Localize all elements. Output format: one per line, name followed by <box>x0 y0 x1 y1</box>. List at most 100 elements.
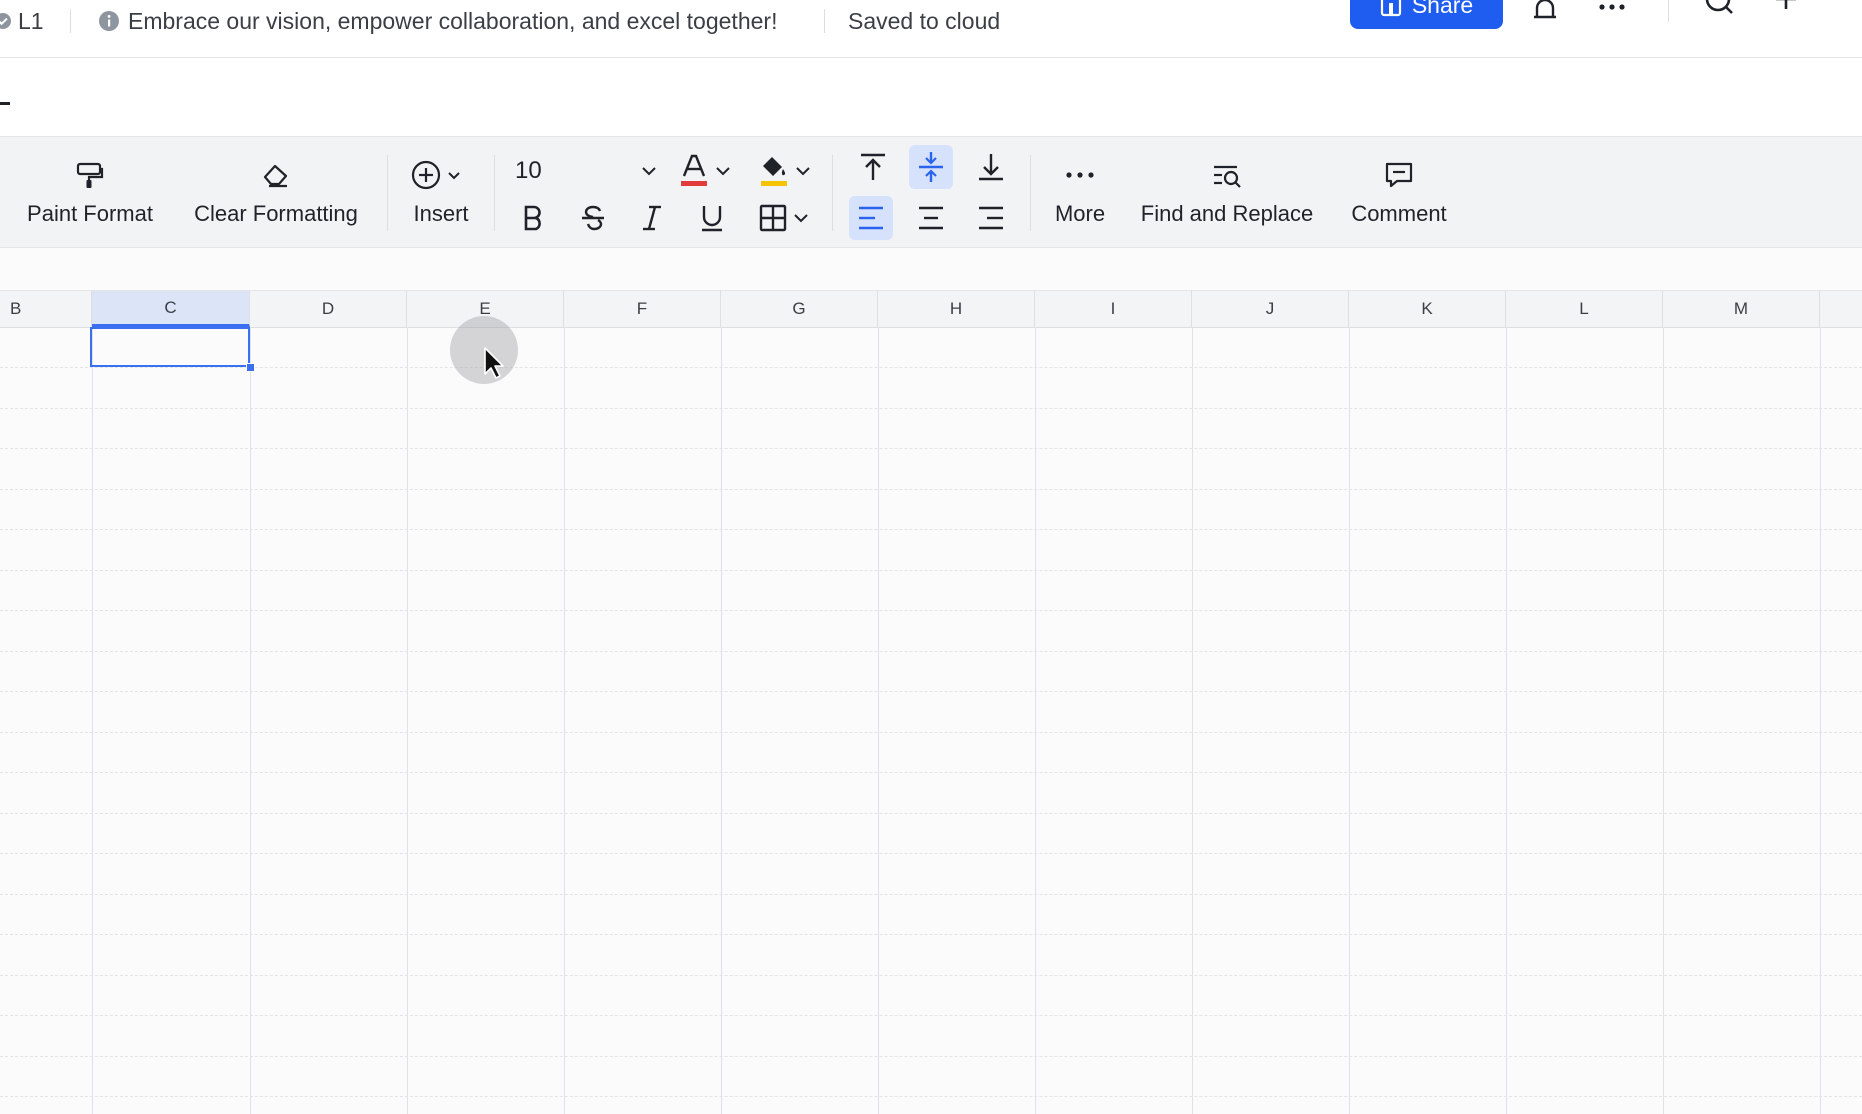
paint-bucket-icon <box>759 154 789 188</box>
align-right-icon <box>977 205 1005 231</box>
column-gridline <box>92 327 93 1114</box>
collapse-dash-icon[interactable] <box>0 102 10 105</box>
cell-grid[interactable] <box>0 327 1862 1114</box>
column-gridline <box>721 327 722 1114</box>
align-center-button[interactable] <box>909 196 953 240</box>
font-color-button[interactable] <box>675 149 735 193</box>
column-header-M[interactable]: M <box>1663 291 1820 327</box>
row-gridline <box>0 732 1862 733</box>
row-gridline <box>0 448 1862 449</box>
italic-icon <box>640 204 664 232</box>
row-gridline <box>0 975 1862 976</box>
strikethrough-icon <box>580 204 606 232</box>
column-header-D[interactable]: D <box>250 291 407 327</box>
row-gridline <box>0 367 1862 368</box>
clear-formatting-button[interactable]: Clear Formatting <box>185 157 367 227</box>
chevron-down-icon <box>641 165 657 177</box>
more-options-icon[interactable] <box>1592 0 1632 28</box>
share-label: Share <box>1411 0 1474 18</box>
divider <box>1668 0 1669 22</box>
add-icon[interactable] <box>1766 0 1806 28</box>
row-gridline <box>0 489 1862 490</box>
find-replace-label: Find and Replace <box>1140 201 1314 226</box>
fill-color-button[interactable] <box>755 149 815 193</box>
bold-button[interactable] <box>514 197 552 239</box>
ellipsis-icon <box>1064 157 1096 193</box>
search-icon[interactable] <box>1700 0 1740 28</box>
toolbar-divider <box>387 155 388 231</box>
column-gridline <box>1820 327 1821 1114</box>
chevron-down-icon <box>715 165 731 177</box>
italic-button[interactable] <box>633 197 671 239</box>
font-size-select[interactable]: 10 <box>515 151 663 191</box>
paint-brush-icon <box>75 157 105 193</box>
doc-status[interactable]: L1 <box>0 8 44 34</box>
column-header-I[interactable]: I <box>1035 291 1192 327</box>
align-left-icon <box>857 205 885 231</box>
banner-text: Embrace our vision, empower collaboratio… <box>128 7 778 34</box>
align-top-icon <box>859 152 887 182</box>
info-banner: Embrace our vision, empower collaboratio… <box>98 8 777 34</box>
column-header-C[interactable]: C <box>92 291 250 327</box>
top-bar: L1 Embrace our vision, empower collabora… <box>0 0 1862 58</box>
font-color-icon <box>679 154 709 188</box>
underline-button[interactable] <box>693 197 731 239</box>
chevron-down-icon <box>793 212 809 224</box>
row-gridline <box>0 651 1862 652</box>
column-header-G[interactable]: G <box>721 291 878 327</box>
row-gridline <box>0 934 1862 935</box>
share-icon <box>1380 0 1402 17</box>
row-gridline <box>0 408 1862 409</box>
insert-label: Insert <box>413 201 469 226</box>
row-gridline <box>0 691 1862 692</box>
column-header-B[interactable]: B <box>0 291 92 327</box>
row-gridline <box>0 1015 1862 1016</box>
row-gridline <box>0 772 1862 773</box>
insert-plus-icon <box>411 157 471 193</box>
selected-cell-C1[interactable] <box>90 327 250 367</box>
column-header-H[interactable]: H <box>878 291 1035 327</box>
underline-icon <box>699 204 725 232</box>
find-replace-button[interactable]: Find and Replace <box>1136 157 1318 227</box>
paint-format-button[interactable]: Paint Format <box>22 157 158 227</box>
insert-button[interactable]: Insert <box>405 157 477 227</box>
row-gridline <box>0 570 1862 571</box>
align-left-button[interactable] <box>849 196 893 240</box>
align-right-button[interactable] <box>969 196 1013 240</box>
font-size-value: 10 <box>515 157 542 184</box>
column-header-J[interactable]: J <box>1192 291 1349 327</box>
column-header-L[interactable]: L <box>1506 291 1663 327</box>
row-gridline <box>0 610 1862 611</box>
row-gridline <box>0 894 1862 895</box>
verified-icon <box>0 12 12 30</box>
borders-button[interactable] <box>752 197 816 239</box>
borders-grid-icon <box>759 204 787 232</box>
paint-format-label: Paint Format <box>27 201 153 226</box>
more-label: More <box>1054 201 1106 226</box>
toolbar-divider <box>832 155 833 231</box>
comment-label: Comment <box>1351 201 1447 226</box>
row-gridline <box>0 853 1862 854</box>
align-center-icon <box>917 205 945 231</box>
fill-handle[interactable] <box>246 363 255 372</box>
row-gridline <box>0 1096 1862 1097</box>
find-replace-icon <box>1211 157 1243 193</box>
align-top-button[interactable] <box>851 145 895 189</box>
share-button[interactable]: Share <box>1350 0 1503 29</box>
column-gridline <box>1349 327 1350 1114</box>
column-header-K[interactable]: K <box>1349 291 1506 327</box>
eraser-icon <box>261 157 291 193</box>
column-header-F[interactable]: F <box>564 291 721 327</box>
align-bottom-button[interactable] <box>969 145 1013 189</box>
strikethrough-button[interactable] <box>574 197 612 239</box>
notification-bell-icon[interactable] <box>1525 0 1565 28</box>
column-gridline <box>878 327 879 1114</box>
comment-button[interactable]: Comment <box>1348 157 1450 227</box>
more-button[interactable]: More <box>1049 157 1111 227</box>
title-bar <box>0 58 1862 136</box>
comment-icon <box>1383 157 1415 193</box>
column-header-row: B C D E F G H I J K L M <box>0 290 1862 328</box>
column-gridline <box>1035 327 1036 1114</box>
formatting-toolbar: Paint Format Clear Formatting Insert 10 <box>0 136 1862 248</box>
align-middle-button[interactable] <box>909 145 953 189</box>
